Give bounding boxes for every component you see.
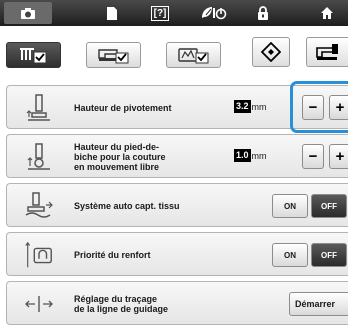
decrease-button[interactable]: −: [302, 144, 324, 169]
lock-icon: [258, 5, 268, 20]
off-button[interactable]: OFF: [311, 243, 347, 267]
lock-tab[interactable]: [250, 2, 276, 24]
eco-icon: [202, 7, 227, 20]
camera-tab[interactable]: [4, 2, 52, 24]
setting-row-free-motion-foot-height: Hauteur du pied-de- biche pour la coutur…: [6, 134, 348, 178]
start-button[interactable]: Démarrer: [289, 292, 348, 316]
on-button[interactable]: ON: [272, 194, 308, 218]
unit-text: mm: [251, 150, 267, 161]
presser-foot-pivot-icon: [23, 92, 55, 124]
setting-row-auto-fabric-sensor: Système auto capt. tissu ON OFF: [6, 183, 348, 227]
setting-label: Système auto capt. tissu: [74, 201, 180, 211]
machine-settings-tab[interactable]: [86, 42, 141, 68]
setting-label: Hauteur de pivotement: [74, 103, 172, 113]
increase-button[interactable]: +: [329, 95, 348, 120]
free-motion-foot-icon: [23, 141, 55, 173]
off-button[interactable]: OFF: [311, 194, 347, 218]
home-icon: [321, 7, 333, 19]
general-settings-tab[interactable]: [166, 42, 221, 68]
setting-label: Priorité du renfort: [74, 250, 151, 260]
increase-button[interactable]: +: [329, 144, 348, 169]
machine-icon: [315, 44, 338, 60]
general-settings-icon: [177, 48, 208, 64]
setting-row-pivot-height: Hauteur de pivotement 3.2 mm − +: [6, 85, 348, 129]
sewing-settings-tab[interactable]: [6, 42, 61, 68]
home-tab[interactable]: [314, 2, 340, 24]
guideline-marker-icon: [23, 288, 55, 320]
machine-info-button[interactable]: [306, 37, 348, 67]
settings-panel: Hauteur de pivotement 3.2 mm − + Hauteur…: [6, 85, 348, 325]
category-tab-row: [0, 26, 348, 78]
value-display: 3.2 mm: [234, 100, 267, 113]
fabric-sensor-icon: [23, 190, 55, 222]
machine-settings-icon: [97, 49, 128, 64]
unit-text: mm: [251, 101, 267, 112]
value-text: 1.0: [234, 149, 251, 162]
on-button[interactable]: ON: [272, 243, 308, 267]
setting-row-guideline-marker: Réglage du traçage de la ligne de guidag…: [6, 281, 348, 325]
decrease-button[interactable]: −: [302, 95, 324, 120]
document-icon: [107, 6, 117, 20]
eco-tab[interactable]: [192, 2, 236, 24]
setting-row-reinforcement-priority: Priorité du renfort ON OFF: [6, 232, 348, 276]
help-icon: [?]: [150, 5, 170, 21]
diamond-reset-icon: [261, 42, 281, 62]
document-tab[interactable]: [92, 2, 132, 24]
camera-icon: [21, 7, 35, 19]
reinforcement-priority-icon: [23, 239, 55, 271]
setting-label: Hauteur du pied-de- biche pour la coutur…: [74, 142, 166, 172]
setting-label: Réglage du traçage de la ligne de guidag…: [74, 294, 169, 314]
value-text: 3.2: [234, 100, 251, 113]
reset-button[interactable]: [252, 37, 290, 67]
value-display: 1.0 mm: [234, 149, 267, 162]
help-tab[interactable]: [?]: [142, 2, 178, 24]
top-toolbar: [?]: [0, 0, 348, 26]
sewing-settings-icon: [19, 48, 46, 64]
